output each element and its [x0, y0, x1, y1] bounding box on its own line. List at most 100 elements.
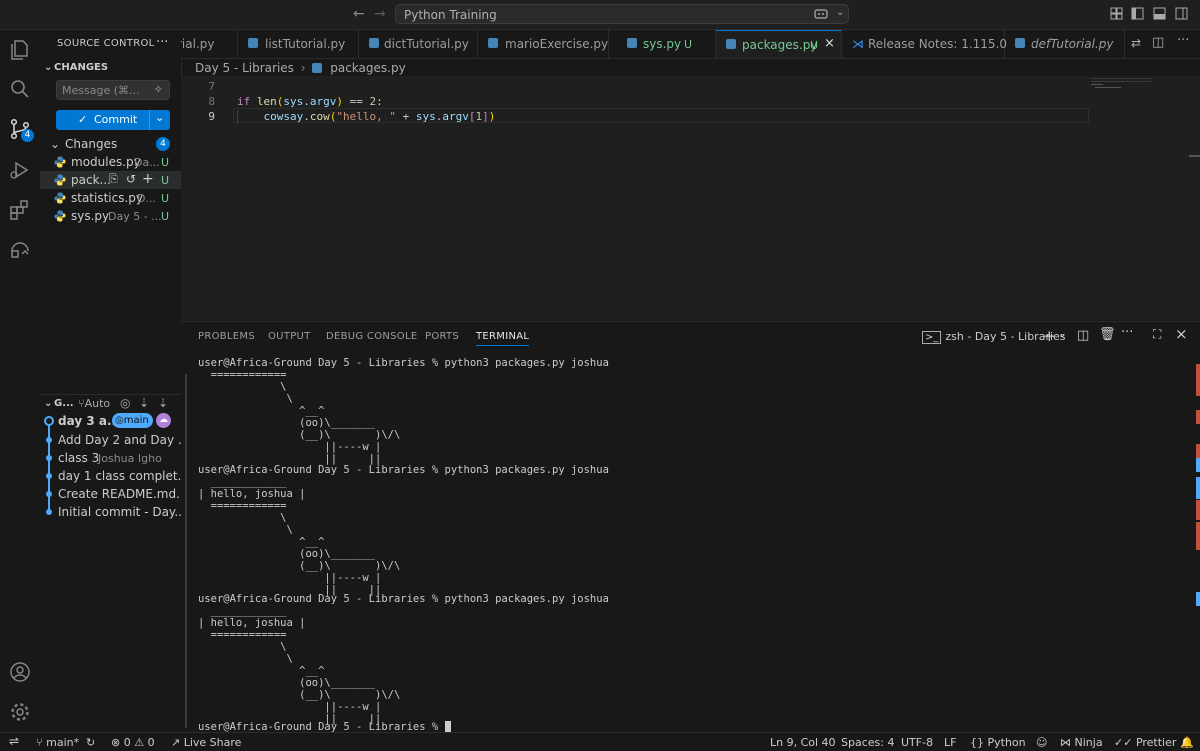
- run-debug-icon[interactable]: [8, 158, 32, 182]
- sparkle-icon[interactable]: ✧: [154, 83, 163, 96]
- sync-icon[interactable]: ↻: [86, 736, 95, 749]
- close-tab-icon[interactable]: ×: [824, 36, 835, 51]
- tab-output[interactable]: OUTPUT: [268, 331, 311, 342]
- sidebar-title: SOURCE CONTROL: [57, 38, 155, 49]
- branch-status[interactable]: ⑂ main*: [36, 736, 79, 749]
- tab-problems[interactable]: PROBLEMS: [198, 331, 255, 342]
- toggle-sidebar-icon[interactable]: [1131, 7, 1144, 20]
- breadcrumb-folder[interactable]: Day 5 - Libraries: [195, 61, 294, 75]
- open-file-icon[interactable]: ⎘: [109, 172, 118, 186]
- source-control-badge: 4: [21, 129, 34, 142]
- commit-button[interactable]: ✓ Commit ⌄: [56, 110, 170, 130]
- list-item[interactable]: statistics.py D... U: [40, 189, 181, 207]
- tab-listtutorial[interactable]: listTutorial.py: [238, 30, 359, 58]
- tab-deftutorial[interactable]: defTutorial.py: [1005, 30, 1125, 58]
- cursor-position[interactable]: Ln 9, Col 40: [770, 736, 836, 749]
- toggle-secondary-sidebar-icon[interactable]: [1175, 7, 1188, 20]
- fetch-icon[interactable]: ⇣: [139, 396, 149, 410]
- code-line-8: if len(sys.argv) == 2:: [237, 95, 383, 108]
- bottom-panel: PROBLEMS OUTPUT DEBUG CONSOLE PORTS TERM…: [181, 321, 1200, 733]
- list-item[interactable]: class 3 Joshua Igho: [40, 449, 181, 467]
- account-icon[interactable]: [8, 660, 32, 684]
- terminal-output[interactable]: user@Africa-Ground Day 5 - Libraries % p…: [198, 356, 1178, 733]
- search-icon[interactable]: [8, 77, 32, 101]
- list-item[interactable]: Create README.md...: [40, 485, 181, 503]
- title-bar: ← → Python Training ⌄: [0, 0, 1200, 30]
- list-item[interactable]: Initial commit - Day...: [40, 503, 181, 521]
- problems-status[interactable]: ⊗ 0 ⚠ 0: [111, 736, 155, 749]
- split-terminal-icon[interactable]: ◫: [1077, 328, 1089, 343]
- graph-section-header[interactable]: ⌄ G...: [44, 398, 74, 409]
- more-actions-icon[interactable]: ···: [1177, 33, 1189, 48]
- tab-ports[interactable]: PORTS: [425, 331, 459, 342]
- tab-debug-console[interactable]: DEBUG CONSOLE: [326, 331, 417, 342]
- stage-changes-icon[interactable]: +: [142, 171, 154, 187]
- more-actions-icon[interactable]: ···: [156, 35, 168, 50]
- compare-changes-icon[interactable]: ⇄: [1131, 36, 1141, 50]
- code-editor[interactable]: 7 8 9 if len(sys.argv) == 2: cowsay.cow(…: [181, 76, 1200, 320]
- toggle-panel-icon[interactable]: [1153, 7, 1166, 20]
- remote-explorer-icon[interactable]: [8, 237, 32, 261]
- end-of-line[interactable]: LF: [944, 736, 956, 749]
- list-item[interactable]: Add Day 2 and Day ...: [40, 431, 181, 449]
- python-file-icon: [54, 174, 66, 186]
- ninja-status[interactable]: ⋈ Ninja: [1060, 736, 1103, 749]
- python-file-icon: [627, 38, 637, 48]
- tab-marioexercise[interactable]: marioExercise.py: [478, 30, 609, 58]
- trash-icon[interactable]: 🗑: [1099, 327, 1116, 342]
- copilot-status-icon[interactable]: ☺: [1036, 736, 1047, 749]
- vscode-logo-icon: ⋊: [852, 37, 864, 51]
- back-arrow-icon[interactable]: ←: [353, 6, 365, 22]
- remote-icon[interactable]: ⇌: [9, 734, 19, 748]
- breadcrumb-file[interactable]: packages.py: [330, 61, 405, 75]
- list-item[interactable]: pack... ⎘ ↺ + U: [40, 171, 181, 189]
- split-editor-icon[interactable]: ◫: [1152, 35, 1164, 50]
- customize-layout-icon[interactable]: [1110, 7, 1123, 20]
- graph-filter-icon[interactable]: ◎: [120, 396, 130, 410]
- changes-group[interactable]: ⌄ Changes 4: [40, 135, 181, 153]
- graph-auto-toggle[interactable]: ⑂Auto: [78, 397, 110, 410]
- discard-changes-icon[interactable]: ↺: [126, 172, 136, 186]
- maximize-panel-icon[interactable]: ⛶: [1153, 327, 1161, 342]
- tab-dicttutorial[interactable]: dictTutorial.py: [359, 30, 478, 58]
- extensions-icon[interactable]: [8, 198, 32, 222]
- list-item[interactable]: sys.py Day 5 - ... U: [40, 207, 181, 225]
- tab-packages[interactable]: packages.py U ×: [716, 30, 842, 58]
- indentation[interactable]: Spaces: 4: [841, 736, 894, 749]
- new-terminal-icon[interactable]: +: [1043, 327, 1056, 345]
- copilot-icon[interactable]: [814, 8, 828, 20]
- close-panel-icon[interactable]: ×: [1175, 325, 1188, 343]
- encoding[interactable]: UTF-8: [901, 736, 933, 749]
- commit-dropdown-chevron-icon[interactable]: ⌄: [155, 111, 164, 124]
- list-item[interactable]: day 1 class complet...: [40, 467, 181, 485]
- list-item[interactable]: modules.py Da... U: [40, 153, 181, 171]
- chevron-down-icon[interactable]: ⌄: [836, 7, 844, 18]
- terminal-cursor: [444, 721, 451, 732]
- source-control-sidebar: SOURCE CONTROL ··· ⌄ CHANGES Message (⌘..…: [40, 30, 182, 732]
- prettier-status[interactable]: ✓✓ Prettier: [1114, 736, 1176, 749]
- tab-sys[interactable]: sys.py U: [609, 30, 716, 58]
- forward-arrow-icon[interactable]: →: [374, 6, 386, 22]
- language-mode[interactable]: {} Python: [970, 736, 1026, 749]
- explorer-icon[interactable]: [8, 38, 32, 62]
- list-item[interactable]: day 3 a... ◎main ☁: [40, 412, 181, 430]
- terminal-icon: >_: [922, 331, 942, 344]
- python-file-icon: [1015, 38, 1025, 48]
- pull-icon[interactable]: ⇣: [158, 396, 168, 410]
- command-center-search[interactable]: Python Training ⌄: [395, 4, 849, 24]
- chevron-down-icon[interactable]: ⌄: [1058, 329, 1066, 340]
- more-actions-icon[interactable]: ···: [1121, 325, 1133, 340]
- live-share-button[interactable]: ↗ Live Share: [171, 736, 241, 749]
- branch-icon: ⑂: [36, 736, 43, 749]
- check-icon: ✓: [78, 113, 88, 126]
- notifications-bell-icon[interactable]: 🔔: [1180, 736, 1194, 749]
- commit-message-input[interactable]: Message (⌘... ✧: [56, 80, 170, 100]
- tab-release-notes[interactable]: ⋊ Release Notes: 1.115.0: [842, 30, 1007, 58]
- changes-section-header[interactable]: ⌄ CHANGES: [44, 62, 108, 73]
- tab-rial[interactable]: rial.py: [181, 30, 238, 58]
- python-file-icon: [54, 192, 66, 204]
- changes-count-badge: 4: [156, 137, 170, 151]
- minimap[interactable]: [1091, 76, 1191, 100]
- tab-terminal[interactable]: TERMINAL: [476, 331, 530, 346]
- settings-gear-icon[interactable]: [8, 700, 32, 724]
